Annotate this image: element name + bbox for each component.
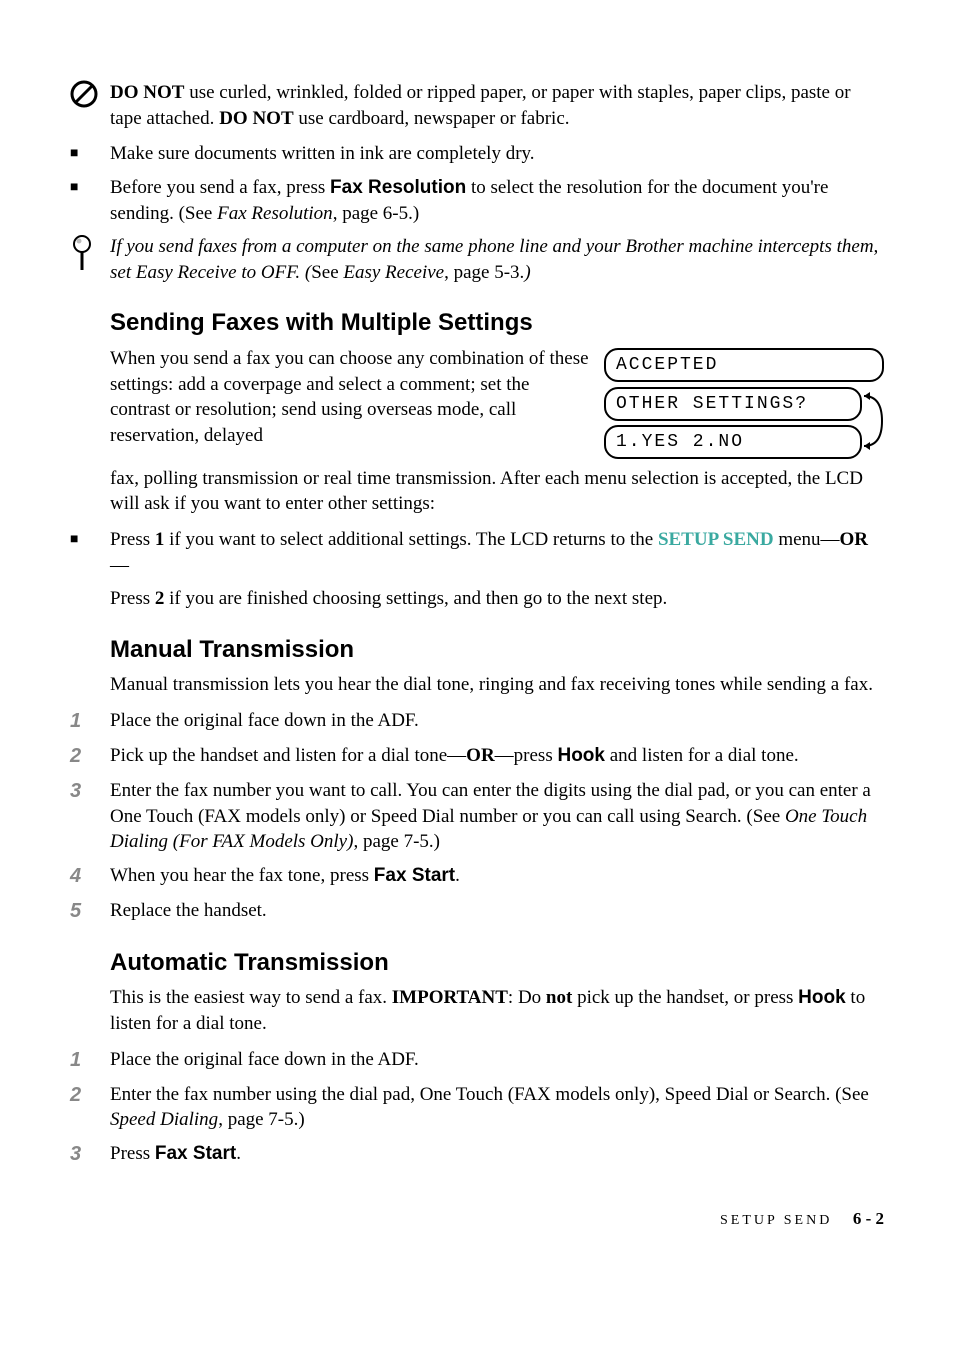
press-2-line: Press 2 if you are finished choosing set…: [110, 586, 884, 612]
step-item: 3Press Fax Start.: [70, 1141, 884, 1168]
warning-block: DO NOT use curled, wrinkled, folded or r…: [70, 80, 884, 131]
step-item: 3Enter the fax number you want to call. …: [70, 778, 884, 855]
note-block: If you send faxes from a computer on the…: [70, 234, 884, 285]
note-text: If you send faxes from a computer on the…: [110, 234, 884, 285]
hook-button-label: Hook: [798, 987, 846, 1008]
footer-section: SETUP SEND: [720, 1213, 832, 1228]
lcd-line-yes-no: 1.YES 2.NO: [604, 425, 862, 459]
heading-manual-transmission: Manual Transmission: [110, 634, 884, 666]
list-item: ■ Make sure documents written in ink are…: [70, 141, 884, 167]
do-not-1: DO NOT: [110, 82, 184, 103]
list-item: ■ Before you send a fax, press Fax Resol…: [70, 175, 884, 226]
footer-page: 6 - 2: [853, 1209, 884, 1228]
step-item: 2Enter the fax number using the dial pad…: [70, 1082, 884, 1133]
lcd-line-accepted: ACCEPTED: [604, 348, 884, 382]
square-bullet-icon: ■: [70, 175, 110, 226]
step-item: 1Place the original face down in the ADF…: [70, 1047, 884, 1074]
section1-body: When you send a fax you can choose any c…: [110, 348, 589, 446]
square-bullet-icon: ■: [70, 527, 110, 578]
step-item: 2Pick up the handset and listen for a di…: [70, 743, 884, 770]
heading-multiple-settings: Sending Faxes with Multiple Settings: [110, 307, 884, 339]
setup-send-label: SETUP SEND: [658, 529, 774, 550]
prep-bullets: ■ Make sure documents written in ink are…: [70, 141, 884, 226]
manual-steps: 1Place the original face down in the ADF…: [70, 708, 884, 925]
list-item: ■ Press 1 if you want to select addition…: [70, 527, 884, 578]
fax-start-button-label: Fax Start: [155, 1143, 236, 1164]
lcd-figure: ACCEPTED OTHER SETTINGS? 1.YES 2.NO: [604, 348, 884, 464]
automatic-steps: 1Place the original face down in the ADF…: [70, 1047, 884, 1168]
lcd-line-other-settings: OTHER SETTINGS?: [604, 387, 862, 421]
warning-text: DO NOT use curled, wrinkled, folded or r…: [110, 80, 884, 131]
heading-automatic-transmission: Automatic Transmission: [110, 947, 884, 979]
page-footer: SETUP SEND 6 - 2: [70, 1208, 884, 1231]
magnifier-icon: [70, 234, 110, 285]
do-not-2: DO NOT: [219, 108, 293, 129]
hook-button-label: Hook: [557, 745, 605, 766]
fax-resolution-button-label: Fax Resolution: [330, 177, 466, 198]
section3-intro: This is the easiest way to send a fax. I…: [110, 985, 884, 1036]
section1-body-cont: fax, polling transmission or real time t…: [110, 466, 884, 517]
step-item: 4When you hear the fax tone, press Fax S…: [70, 863, 884, 890]
section2-intro: Manual transmission lets you hear the di…: [110, 672, 884, 698]
prohibit-icon: [70, 80, 110, 131]
square-bullet-icon: ■: [70, 141, 110, 167]
step-item: 1Place the original face down in the ADF…: [70, 708, 884, 735]
fax-start-button-label: Fax Start: [374, 865, 455, 886]
cycle-arrow-icon: [862, 386, 884, 464]
step-item: 5Replace the handset.: [70, 898, 884, 925]
